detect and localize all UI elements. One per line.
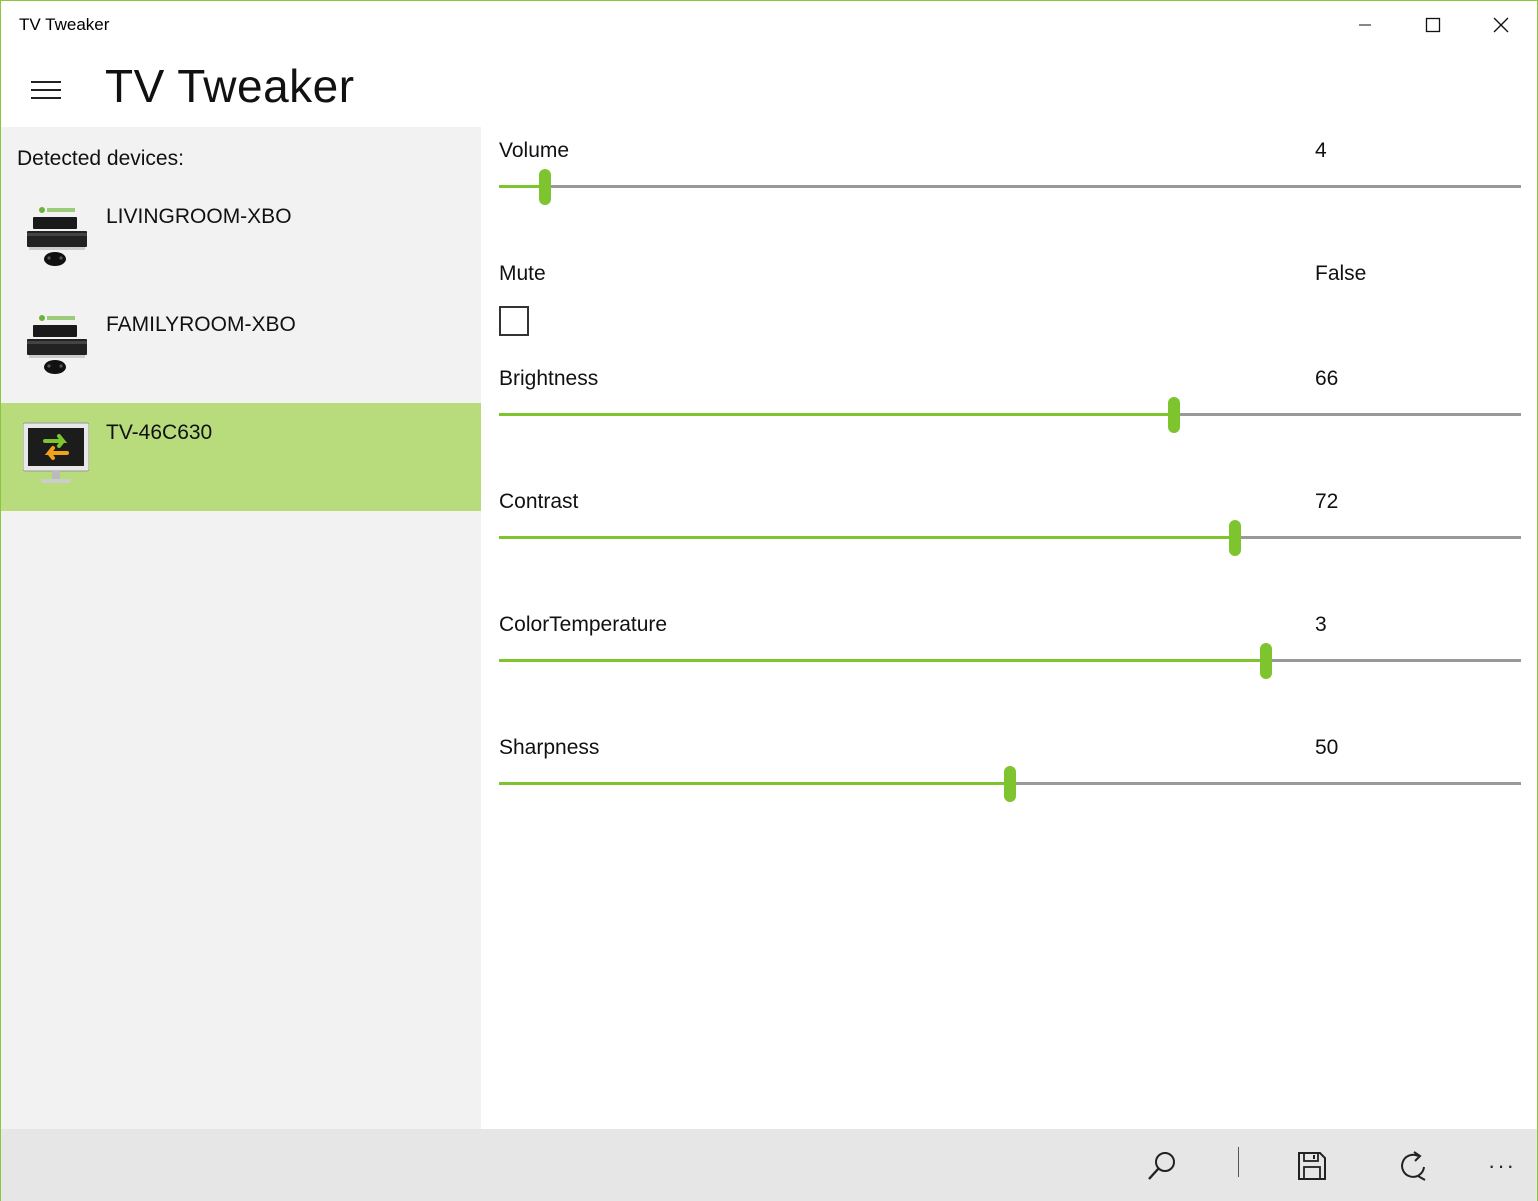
search-button[interactable]: [1137, 1141, 1187, 1191]
hamburger-icon: [31, 81, 61, 83]
brightness-label: Brightness: [499, 367, 599, 390]
brightness-value: 66: [1315, 367, 1339, 390]
volume-slider[interactable]: [499, 169, 1521, 205]
device-name: FAMILYROOM-XBO: [106, 313, 296, 336]
hamburger-icon-line: [31, 97, 61, 99]
app-window: TV Tweaker TV Tweaker Detected devices:: [0, 0, 1538, 1201]
command-bar: ···: [1, 1129, 1537, 1201]
close-icon: [1493, 17, 1509, 33]
hamburger-menu-button[interactable]: [23, 69, 71, 109]
xbox-one-icon: [27, 315, 87, 374]
devices-label: Detected devices:: [17, 147, 184, 170]
slider-thumb[interactable]: [1260, 643, 1272, 679]
device-item-tv-46c630[interactable]: TV-46C630: [1, 403, 481, 511]
devices-pane: Detected devices: LIVINGROOM-XBO FAMILYR…: [1, 127, 481, 1129]
sharpness-value: 50: [1315, 736, 1339, 759]
slider-fill: [499, 413, 1174, 416]
settings-pane: Volume 4 Mute False Brightness 66 Contra…: [481, 127, 1537, 1129]
mute-value: False: [1315, 262, 1367, 285]
volume-label: Volume: [499, 139, 570, 162]
xbox-one-icon: [27, 207, 87, 266]
color-temperature-value: 3: [1315, 613, 1327, 636]
maximize-button[interactable]: [1399, 1, 1467, 49]
contrast-label: Contrast: [499, 490, 579, 513]
refresh-icon: [1401, 1151, 1426, 1181]
page-title: TV Tweaker: [105, 60, 355, 112]
hamburger-icon-line: [31, 89, 61, 91]
slider-fill: [499, 659, 1266, 662]
window-title: TV Tweaker: [19, 15, 110, 34]
color-temperature-slider[interactable]: [499, 643, 1521, 679]
volume-value: 4: [1315, 139, 1327, 162]
slider-track: [499, 185, 1521, 188]
app-header: TV Tweaker: [1, 51, 1537, 127]
slider-fill: [499, 536, 1235, 539]
slider-thumb[interactable]: [539, 169, 551, 205]
contrast-value: 72: [1315, 490, 1339, 513]
mute-label: Mute: [499, 262, 546, 285]
minimize-button[interactable]: [1331, 1, 1399, 49]
device-item-livingroom-xbo[interactable]: LIVINGROOM-XBO: [1, 187, 481, 295]
save-button[interactable]: [1287, 1141, 1337, 1191]
more-icon: ···: [1488, 1153, 1516, 1178]
brightness-slider[interactable]: [499, 397, 1521, 433]
slider-thumb[interactable]: [1004, 766, 1016, 802]
tv-sync-icon: [23, 422, 89, 483]
sharpness-label: Sharpness: [499, 736, 600, 759]
device-name: TV-46C630: [106, 421, 213, 444]
command-separator: [1238, 1147, 1239, 1177]
device-name: LIVINGROOM-XBO: [106, 205, 292, 228]
slider-thumb[interactable]: [1168, 397, 1180, 433]
minimize-icon: [1359, 24, 1371, 26]
save-icon: [1298, 1152, 1326, 1180]
slider-fill: [499, 782, 1010, 785]
refresh-button[interactable]: [1389, 1141, 1439, 1191]
mute-checkbox[interactable]: [499, 306, 529, 336]
maximize-icon: [1425, 17, 1441, 33]
contrast-slider[interactable]: [499, 520, 1521, 556]
slider-thumb[interactable]: [1229, 520, 1241, 556]
close-button[interactable]: [1467, 1, 1535, 49]
search-icon: [1148, 1152, 1175, 1180]
color-temperature-label: ColorTemperature: [499, 613, 668, 636]
title-bar: TV Tweaker: [1, 1, 1537, 51]
device-item-familyroom-xbo[interactable]: FAMILYROOM-XBO: [1, 295, 481, 403]
more-options-button[interactable]: ···: [1477, 1141, 1527, 1191]
sharpness-slider[interactable]: [499, 766, 1521, 802]
